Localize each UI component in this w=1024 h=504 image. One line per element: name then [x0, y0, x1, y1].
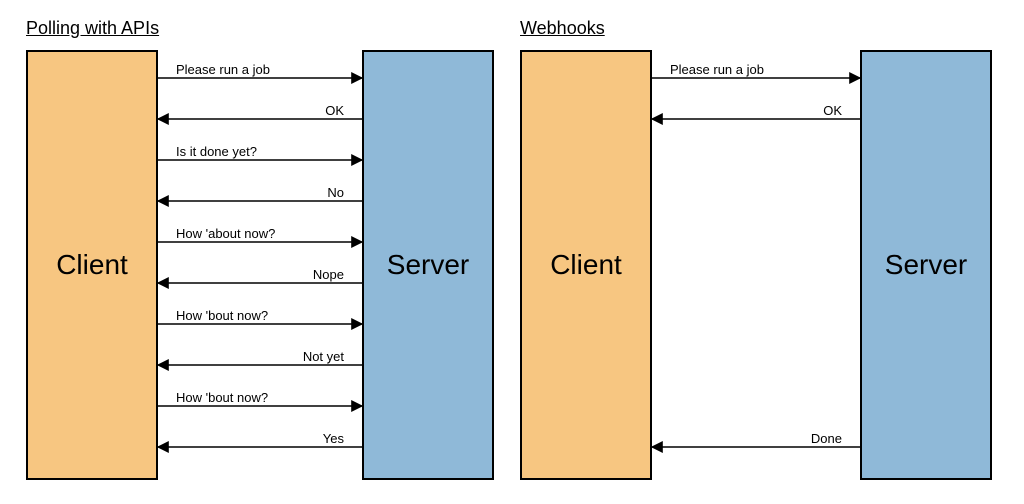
arrows-layer: Please run a job OK Is it done yet? No How '… [0, 0, 1024, 504]
diagram-stage: Polling with APIs Webhooks Client Server… [0, 0, 1024, 504]
message-label: Yes [323, 431, 345, 446]
message-label: Done [811, 431, 842, 446]
message-label: How 'about now? [176, 226, 275, 241]
polling-arrows-group: Please run a job OK Is it done yet? No How '… [158, 62, 362, 447]
message-label: Not yet [303, 349, 345, 364]
message-label: Please run a job [176, 62, 270, 77]
webhooks-arrows-group: Please run a job OK Done [652, 62, 860, 447]
message-label: How 'bout now? [176, 390, 268, 405]
message-label: Nope [313, 267, 344, 282]
message-label: Is it done yet? [176, 144, 257, 159]
message-label: No [327, 185, 344, 200]
message-label: Please run a job [670, 62, 764, 77]
message-label: How 'bout now? [176, 308, 268, 323]
message-label: OK [823, 103, 842, 118]
message-label: OK [325, 103, 344, 118]
